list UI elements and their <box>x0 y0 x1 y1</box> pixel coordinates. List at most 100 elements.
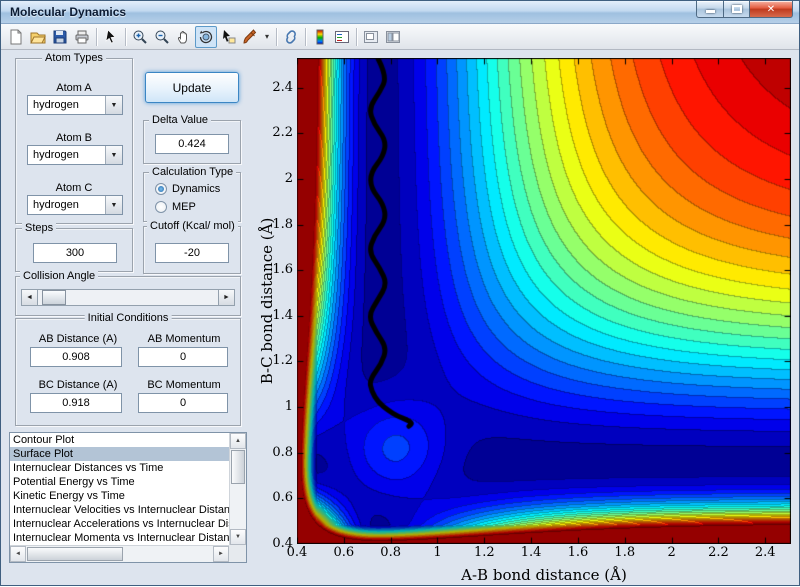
plot-area: A-B bond distance (Å) B-C bond distance … <box>253 50 800 587</box>
steps-input[interactable] <box>33 243 117 263</box>
radio-mep[interactable]: MEP <box>155 201 196 213</box>
hide-plot-tools-icon <box>363 29 379 45</box>
edit-cursor-button[interactable] <box>100 26 122 48</box>
atom-a-select[interactable]: hydrogen ▼ <box>27 95 123 115</box>
rotate-3d-button[interactable] <box>195 26 217 48</box>
combo-dropdown-button[interactable]: ▼ <box>105 96 122 114</box>
combo-dropdown-button[interactable]: ▼ <box>105 196 122 214</box>
slider-track[interactable] <box>38 289 218 306</box>
slider-thumb[interactable] <box>42 290 66 305</box>
scroll-left-button[interactable]: ◄ <box>10 546 26 562</box>
y-tick-label: 2.2 <box>255 125 293 140</box>
bc-distance-input[interactable] <box>30 393 122 413</box>
panel-title: Collision Angle <box>20 270 98 282</box>
toolbar-separator <box>305 28 306 46</box>
brush-data-button[interactable] <box>239 26 261 48</box>
window-controls: ✕ <box>697 1 793 18</box>
horizontal-scrollbar[interactable]: ◄ ► <box>10 545 229 562</box>
scroll-up-button[interactable]: ▲ <box>230 433 246 449</box>
chevron-down-icon: ▾ <box>265 32 269 41</box>
vertical-scrollbar[interactable]: ▲ ▼ <box>229 433 246 545</box>
update-button[interactable]: Update <box>145 72 239 103</box>
toolbar-separator <box>356 28 357 46</box>
new-document-button[interactable] <box>5 26 27 48</box>
listbox-rows: Contour Plot Surface Plot Internuclear D… <box>10 433 229 545</box>
delta-value-input[interactable] <box>155 134 229 154</box>
plot-type-option[interactable]: Potential Energy vs Time <box>10 475 229 489</box>
ab-distance-input[interactable] <box>30 347 122 367</box>
window-title: Molecular Dynamics <box>10 5 126 19</box>
chevron-down-icon: ▼ <box>111 152 118 159</box>
scrollbar-thumb[interactable] <box>27 547 123 561</box>
radio-dynamics[interactable]: Dynamics <box>155 183 220 195</box>
x-tick-label: 2.2 <box>703 545 733 560</box>
plot-type-option[interactable]: Internuclear Accelerations vs Internucle… <box>10 517 229 531</box>
slider-left-arrow[interactable]: ◄ <box>21 289 38 306</box>
plot-type-option-selected[interactable]: Surface Plot <box>10 447 229 461</box>
toolbar-separator <box>276 28 277 46</box>
zoom-out-button[interactable] <box>151 26 173 48</box>
close-button[interactable]: ✕ <box>749 1 793 18</box>
brush-menu-button[interactable]: ▾ <box>261 26 273 48</box>
slider-right-arrow[interactable]: ► <box>218 289 235 306</box>
plot-type-option[interactable]: Contour Plot <box>10 433 229 447</box>
cursor-arrow-icon <box>103 29 119 45</box>
maximize-button[interactable] <box>723 1 750 18</box>
steps-panel: Steps <box>15 228 133 272</box>
plot-type-option[interactable]: Internuclear Velocities vs Internuclear … <box>10 503 229 517</box>
panel-title: Delta Value <box>149 114 211 126</box>
x-tick-label: 1.6 <box>563 545 593 560</box>
data-cursor-icon <box>220 29 236 45</box>
rotate-3d-icon <box>198 29 214 45</box>
atom-c-select[interactable]: hydrogen ▼ <box>27 195 123 215</box>
collision-angle-slider[interactable]: ◄ ► <box>21 289 235 306</box>
ab-momentum-label: AB Momentum <box>134 333 234 345</box>
chevron-down-icon: ▼ <box>111 202 118 209</box>
close-icon: ✕ <box>767 4 775 15</box>
y-tick-label: 2 <box>255 171 293 186</box>
x-tick-label: 1 <box>422 545 452 560</box>
plot-type-option[interactable]: Kinetic Energy vs Time <box>10 489 229 503</box>
zoom-in-button[interactable] <box>129 26 151 48</box>
ab-momentum-input[interactable] <box>138 347 228 367</box>
minimize-icon <box>706 10 715 13</box>
hide-plot-tools-button[interactable] <box>360 26 382 48</box>
plot-type-option[interactable]: Internuclear Momenta vs Internuclear Dis… <box>10 531 229 545</box>
atom-a-label: Atom A <box>16 82 132 94</box>
x-tick-label: 0.6 <box>329 545 359 560</box>
minimize-button[interactable] <box>696 1 724 18</box>
toolbar: ▾ <box>1 24 799 50</box>
cutoff-input[interactable] <box>155 243 229 263</box>
scrollbar-thumb[interactable] <box>231 450 245 484</box>
brush-icon <box>242 29 258 45</box>
pan-button[interactable] <box>173 26 195 48</box>
atom-b-select[interactable]: hydrogen ▼ <box>27 145 123 165</box>
open-folder-icon <box>30 29 46 45</box>
atom-types-panel: Atom Types Atom A hydrogen ▼ Atom B hydr… <box>15 58 133 224</box>
printer-icon <box>74 29 90 45</box>
scroll-down-button[interactable]: ▼ <box>230 529 246 545</box>
data-cursor-button[interactable] <box>217 26 239 48</box>
plot-type-option[interactable]: Internuclear Distances vs Time <box>10 461 229 475</box>
insert-legend-button[interactable] <box>331 26 353 48</box>
radio-label: MEP <box>172 201 196 213</box>
contour-canvas[interactable] <box>297 58 791 544</box>
save-figure-button[interactable] <box>49 26 71 48</box>
maximize-icon <box>732 5 742 13</box>
x-tick-label: 0.8 <box>376 545 406 560</box>
radio-icon <box>155 183 167 195</box>
delta-value-panel: Delta Value <box>143 120 241 164</box>
title-bar[interactable]: Molecular Dynamics ✕ <box>1 1 799 24</box>
link-plots-button[interactable] <box>280 26 302 48</box>
insert-colorbar-button[interactable] <box>309 26 331 48</box>
x-tick-label: 1.2 <box>469 545 499 560</box>
open-file-button[interactable] <box>27 26 49 48</box>
y-tick-label: 1.6 <box>255 262 293 277</box>
scroll-right-button[interactable]: ► <box>213 546 229 562</box>
print-figure-button[interactable] <box>71 26 93 48</box>
show-plot-tools-button[interactable] <box>382 26 404 48</box>
bc-momentum-input[interactable] <box>138 393 228 413</box>
show-plot-tools-icon <box>385 29 401 45</box>
y-tick-label: 1.2 <box>255 353 293 368</box>
combo-dropdown-button[interactable]: ▼ <box>105 146 122 164</box>
